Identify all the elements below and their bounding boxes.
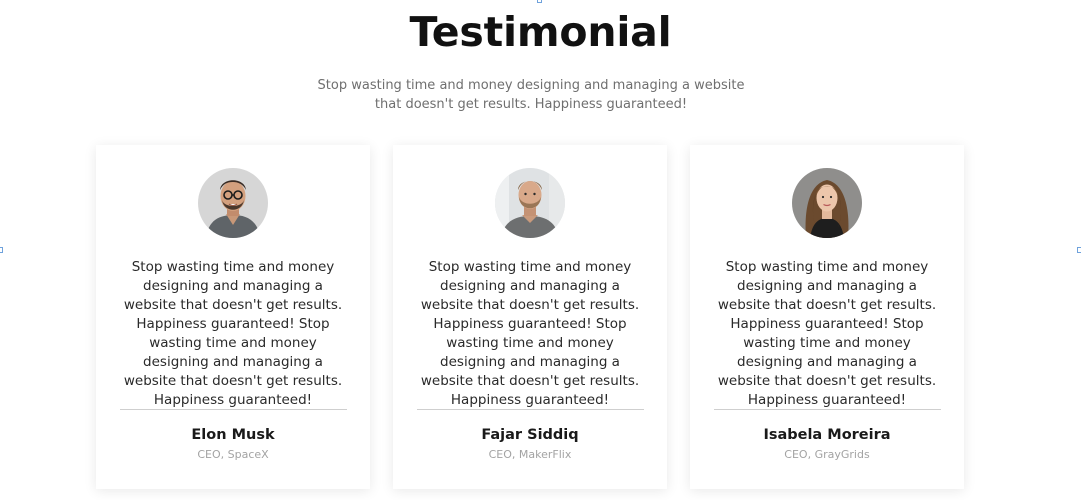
testimonial-quote: Stop wasting time and money designing an…: [420, 259, 640, 408]
bearded-man-photo: [495, 168, 565, 238]
testimonial-card: Stop wasting time and money designing an…: [393, 145, 667, 489]
divider: [417, 409, 644, 410]
person-name: Isabela Moreira: [763, 427, 891, 443]
testimonial-quote: Stop wasting time and money designing an…: [123, 259, 343, 408]
person-role: CEO, GrayGrids: [784, 448, 870, 461]
testimonial-cards: Stop wasting time and money designing an…: [96, 145, 966, 489]
resize-handle-top[interactable]: [537, 0, 542, 3]
person-name: Elon Musk: [191, 427, 275, 443]
woman-long-hair-photo: [792, 168, 862, 238]
resize-handle-right[interactable]: [1077, 247, 1081, 253]
avatar: [495, 168, 565, 238]
person-name: Fajar Siddiq: [481, 427, 579, 443]
person-role: CEO, MakerFlix: [488, 448, 572, 461]
testimonial-card: Stop wasting time and money designing an…: [690, 145, 964, 489]
testimonial-section: Testimonial Stop wasting time and money …: [0, 0, 1081, 500]
section-title: Testimonial: [409, 8, 672, 56]
resize-handle-left[interactable]: [0, 247, 3, 253]
divider: [714, 409, 941, 410]
man-with-glasses-photo: [198, 168, 268, 238]
testimonial-quote: Stop wasting time and money designing an…: [717, 259, 937, 408]
testimonial-card: Stop wasting time and money designing an…: [96, 145, 370, 489]
section-subtitle: Stop wasting time and money designing an…: [317, 78, 745, 112]
person-role: CEO, SpaceX: [197, 448, 269, 461]
avatar: [198, 168, 268, 238]
avatar: [792, 168, 862, 238]
divider: [120, 409, 347, 410]
